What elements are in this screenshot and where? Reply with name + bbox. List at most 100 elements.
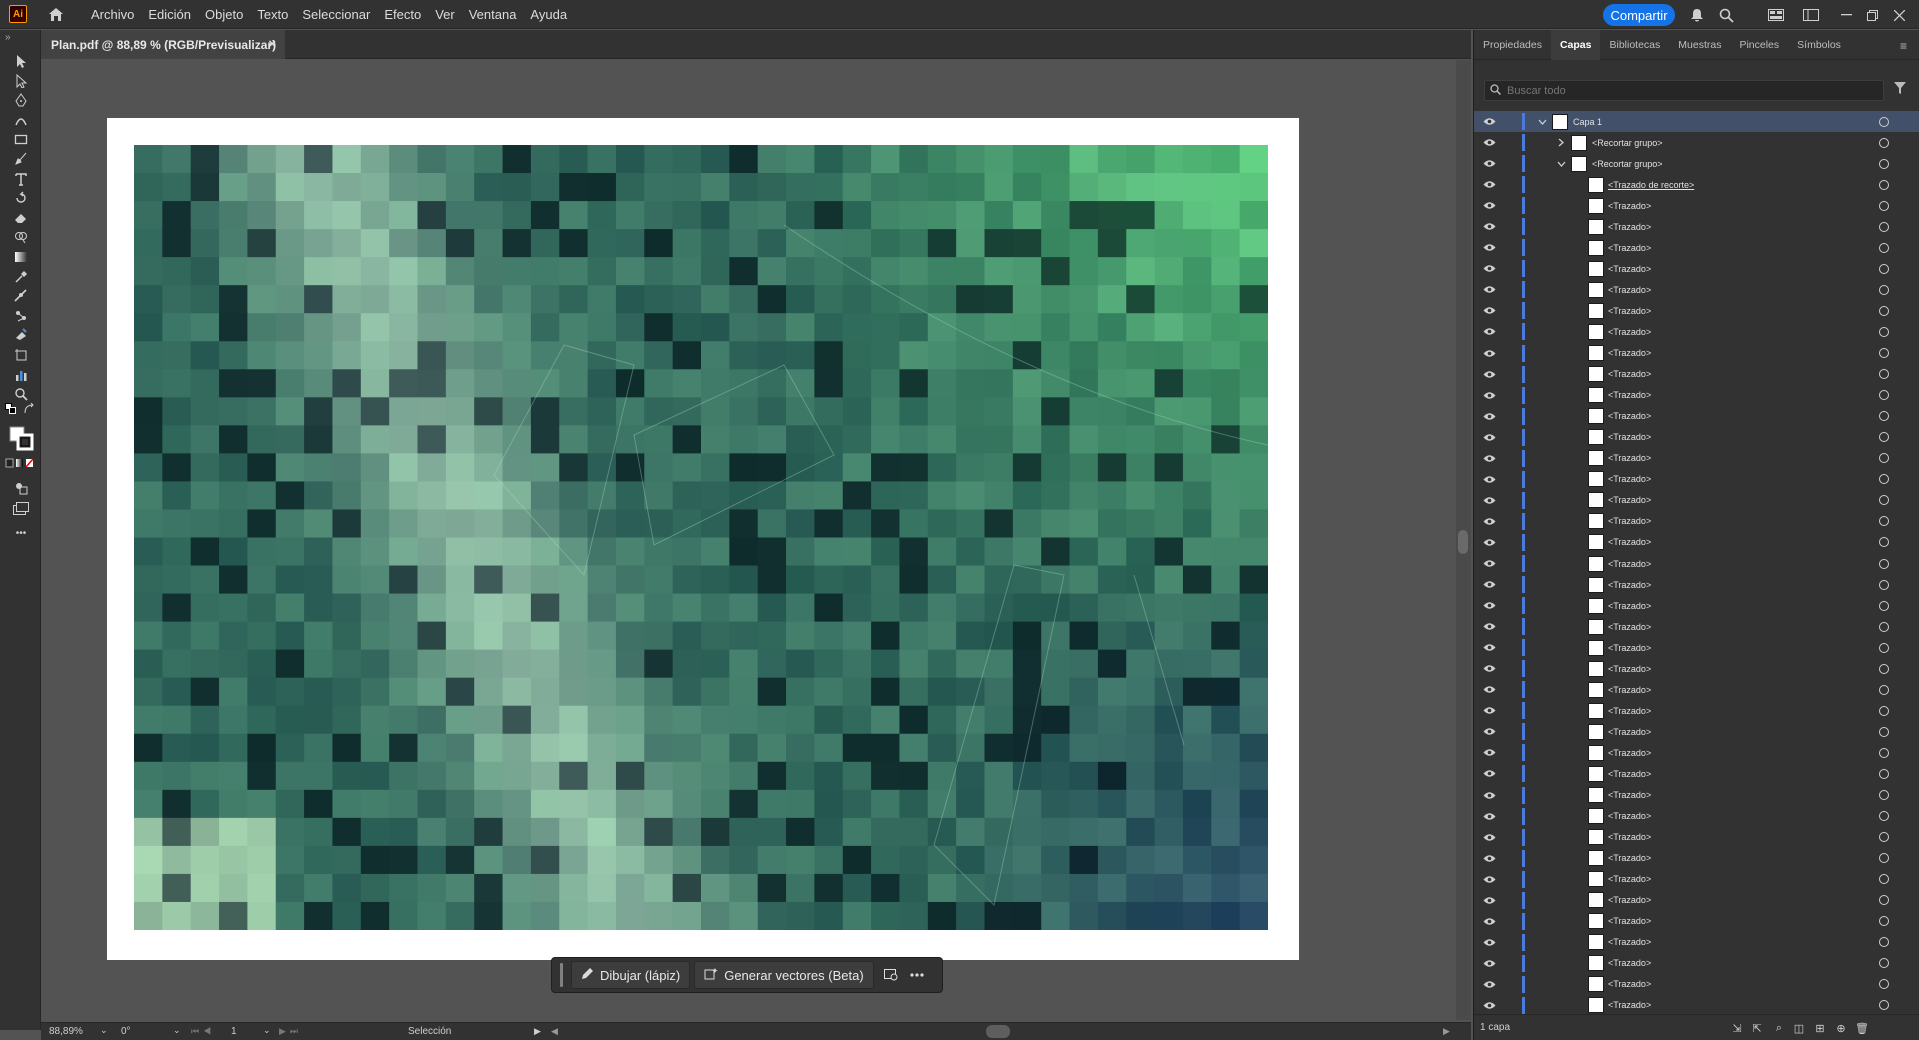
rotate-tool-icon[interactable] bbox=[10, 188, 32, 208]
layer-name[interactable]: <Trazado> bbox=[1608, 537, 1651, 547]
draw-mode-icon[interactable] bbox=[10, 478, 32, 498]
make-clipping-mask-icon[interactable]: ◫ bbox=[1792, 1021, 1806, 1035]
scroll-right-icon[interactable]: ▶ bbox=[1443, 1026, 1450, 1037]
visibility-eye-icon[interactable] bbox=[1482, 472, 1496, 486]
layer-item-row[interactable]: <Trazado> bbox=[1474, 974, 1919, 995]
layer-item-row[interactable]: <Recortar grupo> bbox=[1474, 153, 1919, 174]
layer-item-row[interactable]: <Trazado> bbox=[1474, 995, 1919, 1014]
menu-item-1[interactable]: Edición bbox=[141, 7, 198, 22]
close-tab-icon[interactable]: × bbox=[268, 36, 276, 51]
layer-item-row[interactable]: <Trazado> bbox=[1474, 658, 1919, 679]
shape-builder-tool-icon[interactable] bbox=[10, 227, 32, 247]
paintbrush-tool-icon[interactable] bbox=[10, 149, 32, 169]
page-dropdown-icon[interactable]: ⌄ bbox=[263, 1025, 271, 1036]
layer-name[interactable]: <Trazado> bbox=[1608, 369, 1651, 379]
target-circle-icon[interactable] bbox=[1879, 179, 1889, 190]
target-circle-icon[interactable] bbox=[1879, 369, 1889, 380]
layer-name[interactable]: <Trazado> bbox=[1608, 306, 1651, 316]
menu-item-6[interactable]: Ver bbox=[428, 7, 462, 22]
visibility-eye-icon[interactable] bbox=[1482, 262, 1496, 276]
layer-name[interactable]: <Trazado> bbox=[1608, 1000, 1651, 1010]
image-trace-settings-icon[interactable] bbox=[878, 961, 904, 989]
visibility-eye-icon[interactable] bbox=[1482, 809, 1496, 823]
visibility-eye-icon[interactable] bbox=[1482, 178, 1496, 192]
layer-name[interactable]: <Trazado> bbox=[1608, 874, 1651, 884]
layer-item-row[interactable]: <Trazado> bbox=[1474, 216, 1919, 237]
layer-item-row[interactable]: <Trazado> bbox=[1474, 364, 1919, 385]
canvas-area[interactable] bbox=[41, 60, 1471, 1020]
export-icon[interactable]: ⇱ bbox=[1750, 1021, 1764, 1035]
create-sublayer-icon[interactable]: ⊞ bbox=[1813, 1021, 1827, 1035]
layer-item-row[interactable]: <Trazado> bbox=[1474, 763, 1919, 784]
panel-tab-5[interactable]: Símbolos bbox=[1788, 30, 1850, 60]
layer-item-row[interactable]: <Trazado> bbox=[1474, 385, 1919, 406]
target-circle-icon[interactable] bbox=[1879, 895, 1889, 906]
type-tool-icon[interactable] bbox=[10, 169, 32, 189]
layer-name[interactable]: <Trazado> bbox=[1608, 243, 1651, 253]
layer-item-row[interactable]: <Trazado> bbox=[1474, 279, 1919, 300]
panel-tab-4[interactable]: Pinceles bbox=[1730, 30, 1788, 60]
layer-item-row[interactable]: <Trazado> bbox=[1474, 595, 1919, 616]
vertical-scroll-thumb[interactable] bbox=[1458, 530, 1468, 554]
layer-name[interactable]: <Trazado> bbox=[1608, 706, 1651, 716]
layer-name[interactable]: <Trazado> bbox=[1608, 790, 1651, 800]
layer-name[interactable]: <Trazado> bbox=[1608, 390, 1651, 400]
target-circle-icon[interactable] bbox=[1879, 137, 1889, 148]
layer-name[interactable]: <Trazado> bbox=[1608, 748, 1651, 758]
document-tab[interactable]: Plan.pdf @ 88,89 % (RGB/Previsualizar) × bbox=[41, 30, 285, 59]
layer-name[interactable]: <Trazado> bbox=[1608, 643, 1651, 653]
target-circle-icon[interactable] bbox=[1879, 642, 1889, 653]
visibility-eye-icon[interactable] bbox=[1482, 704, 1496, 718]
visibility-eye-icon[interactable] bbox=[1482, 893, 1496, 907]
layer-item-row[interactable]: <Trazado> bbox=[1474, 490, 1919, 511]
placed-image[interactable] bbox=[134, 145, 1268, 930]
layer-name[interactable]: <Trazado> bbox=[1608, 601, 1651, 611]
notifications-bell-icon[interactable] bbox=[1687, 5, 1707, 25]
target-circle-icon[interactable] bbox=[1879, 221, 1889, 232]
default-colors-icon[interactable] bbox=[4, 402, 18, 416]
rotation-dropdown-icon[interactable]: ⌄ bbox=[173, 1025, 181, 1036]
menu-item-7[interactable]: Ventana bbox=[462, 7, 524, 22]
screen-mode-icon[interactable] bbox=[10, 498, 32, 518]
layer-name[interactable]: <Trazado> bbox=[1608, 664, 1651, 674]
menu-item-4[interactable]: Seleccionar bbox=[295, 7, 377, 22]
layer-name[interactable]: <Trazado> bbox=[1608, 201, 1651, 211]
live-paint-tool-icon[interactable] bbox=[10, 325, 32, 345]
curvature-tool-icon[interactable] bbox=[10, 110, 32, 130]
layer-item-row[interactable]: <Trazado> bbox=[1474, 427, 1919, 448]
layer-item-row[interactable]: <Trazado> bbox=[1474, 785, 1919, 806]
pen-tool-icon[interactable] bbox=[10, 90, 32, 110]
target-circle-icon[interactable] bbox=[1879, 411, 1889, 422]
visibility-eye-icon[interactable] bbox=[1482, 493, 1496, 507]
visibility-eye-icon[interactable] bbox=[1482, 662, 1496, 676]
layer-item-row[interactable]: <Trazado> bbox=[1474, 953, 1919, 974]
layer-item-row[interactable]: <Trazado> bbox=[1474, 553, 1919, 574]
layer-item-row[interactable]: <Trazado> bbox=[1474, 406, 1919, 427]
close-window-icon[interactable] bbox=[1889, 5, 1909, 25]
layer-item-row[interactable]: <Trazado> bbox=[1474, 237, 1919, 258]
collapse-chevron-icon[interactable] bbox=[1555, 158, 1567, 170]
puppet-warp-tool-icon[interactable] bbox=[10, 306, 32, 326]
menu-item-0[interactable]: Archivo bbox=[84, 7, 141, 22]
layer-item-row[interactable]: <Trazado> bbox=[1474, 195, 1919, 216]
rotation-value[interactable]: 0° bbox=[121, 1026, 131, 1037]
layer-item-row[interactable]: <Trazado> bbox=[1474, 742, 1919, 763]
visibility-eye-icon[interactable] bbox=[1482, 304, 1496, 318]
color-mode-icons[interactable] bbox=[5, 456, 37, 470]
target-circle-icon[interactable] bbox=[1879, 474, 1889, 485]
layer-name[interactable]: <Trazado> bbox=[1608, 811, 1651, 821]
visibility-eye-icon[interactable] bbox=[1482, 683, 1496, 697]
filter-icon[interactable] bbox=[1894, 82, 1906, 97]
visibility-eye-icon[interactable] bbox=[1482, 641, 1496, 655]
layer-item-row[interactable]: <Trazado> bbox=[1474, 511, 1919, 532]
target-circle-icon[interactable] bbox=[1879, 684, 1889, 695]
visibility-eye-icon[interactable] bbox=[1482, 851, 1496, 865]
target-circle-icon[interactable] bbox=[1879, 284, 1889, 295]
layer-item-row[interactable]: <Trazado> bbox=[1474, 806, 1919, 827]
visibility-eye-icon[interactable] bbox=[1482, 935, 1496, 949]
home-icon[interactable] bbox=[45, 3, 67, 25]
layer-name[interactable]: <Recortar grupo> bbox=[1592, 138, 1663, 148]
layer-name[interactable]: <Trazado> bbox=[1608, 327, 1651, 337]
target-circle-icon[interactable] bbox=[1879, 537, 1889, 548]
target-circle-icon[interactable] bbox=[1879, 621, 1889, 632]
